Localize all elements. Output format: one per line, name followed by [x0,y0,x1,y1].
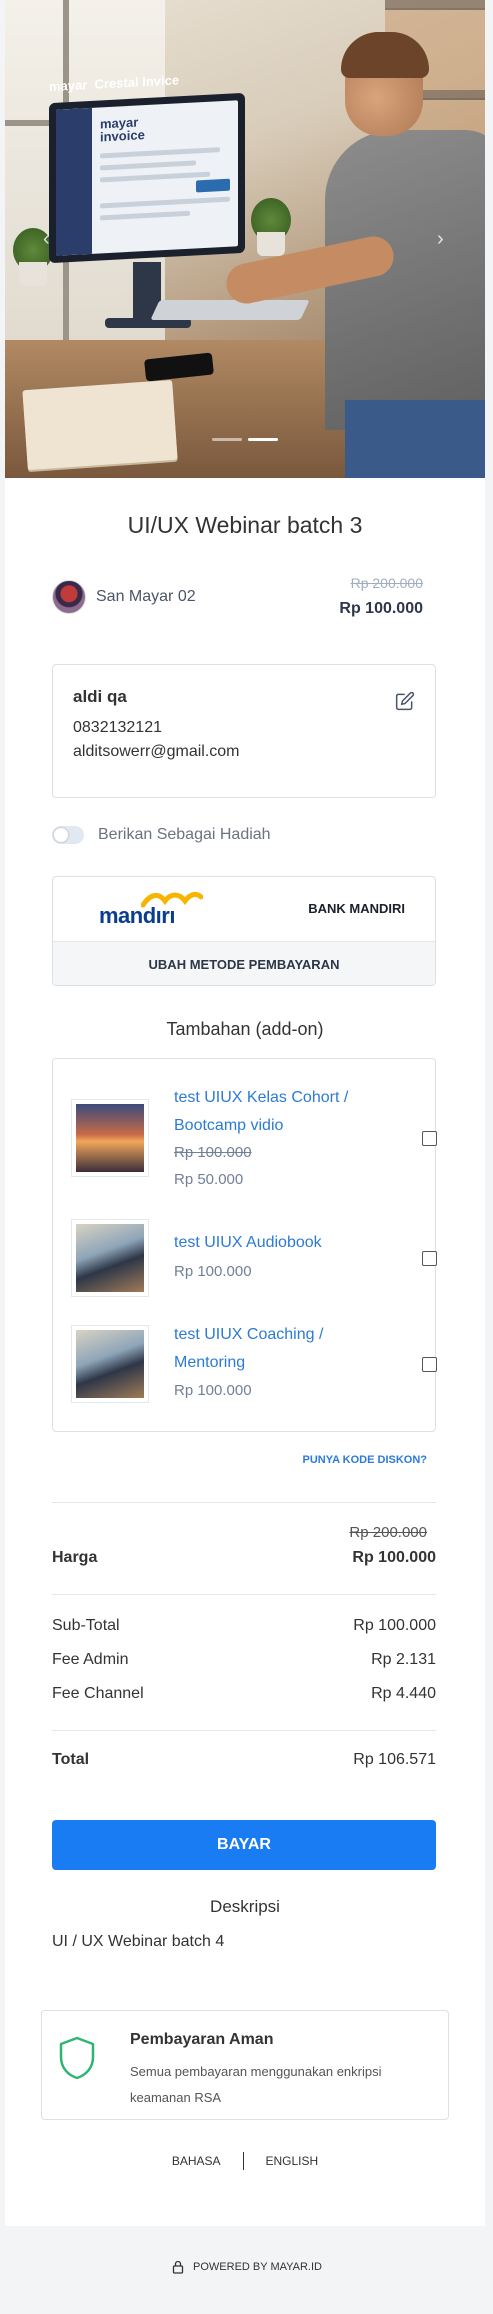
edit-icon[interactable] [395,691,415,711]
monitor-line [100,160,196,171]
divider [52,1730,436,1731]
addons-card: test UIUX Kelas Cohort / Bootcamp vidio … [52,1058,437,1432]
bank-name: BANK MANDIRI [308,901,405,916]
payment-method-selected: mandırı BANK MANDIRI [53,877,435,941]
gift-toggle-row[interactable]: Berikan Sebagai Hadiah [52,826,271,844]
harga-original: Rp 200.000 [349,1524,427,1541]
monitor-screen: mayar invoice [56,100,238,256]
seller-info: San Mayar 02 [52,580,196,614]
monitor-line [100,196,230,209]
keyboard-illustration [150,300,310,320]
carousel-dot-active[interactable] [248,438,278,441]
fee-channel-row: Fee Channel Rp 4.440 [52,1685,436,1703]
monitor-sidebar [56,107,92,256]
divider [52,1502,436,1503]
monitor-illustration: mayar Crestal Invice mayar invoice [49,72,245,264]
monitor-line [100,171,210,183]
pay-button[interactable]: BAYAR [52,1820,436,1870]
language-bahasa[interactable]: BAHASA [172,2154,221,2168]
language-english[interactable]: ENGLISH [266,2154,319,2168]
monitor-line [100,147,220,159]
harga-value: Rp 100.000 [352,1549,436,1566]
buyer-email: alditsowerr@gmail.com [73,743,240,760]
notebook-illustration [22,379,178,471]
monitor-logo: mayar invoice [100,114,145,145]
fee-admin-label: Fee Admin [52,1651,129,1668]
avatar [52,580,86,614]
addon-name[interactable]: test UIUX Coaching / Mentoring [174,1321,364,1377]
addon-thumbnail [71,1219,149,1297]
secure-payment-card: Pembayaran Aman Semua pembayaran menggun… [41,2010,449,2120]
fee-channel-label: Fee Channel [52,1685,144,1702]
seller-name: San Mayar 02 [96,588,196,605]
pot-right [257,232,285,256]
product-image-carousel[interactable]: mayar Crestal Invice mayar invoice ‹ › [5,0,485,478]
fee-channel-value: Rp 4.440 [371,1685,436,1702]
addon-thumbnail [71,1325,149,1403]
carousel-dot[interactable] [212,438,242,441]
discount-code-link[interactable]: PUNYA KODE DISKON? [303,1454,427,1466]
carousel-indicators [5,438,485,441]
subtotal-label: Sub-Total [52,1617,120,1634]
subtotal-value: Rp 100.000 [353,1617,436,1634]
addon-price: Rp 50.000 [174,1171,244,1188]
pot-left [19,262,47,286]
description-title: Deskripsi [210,1897,280,1916]
addon-price: Rp 100.000 [174,1382,252,1399]
chevron-left-icon[interactable]: ‹ [43,228,50,251]
change-payment-method-button[interactable]: UBAH METODE PEMBAYARAN [53,941,435,985]
addon-thumbnail [71,1099,149,1177]
buyer-name: aldi qa [73,687,127,706]
secure-payment-title: Pembayaran Aman [130,2031,274,2048]
addon-name[interactable]: test UIUX Audiobook [174,1229,364,1257]
addon-checkbox[interactable] [422,1357,437,1372]
buyer-phone: 0832132121 [73,719,162,736]
addon-checkbox[interactable] [422,1251,437,1266]
description-text: UI / UX Webinar batch 4 [52,1933,225,1950]
buyer-info-card: aldi qa 0832132121 alditsowerr@gmail.com [52,664,436,798]
addon-price-original: Rp 100.000 [174,1144,252,1161]
gift-toggle[interactable] [52,826,84,844]
footer: POWERED BY MAYAR.ID [0,2260,493,2274]
fee-admin-row: Fee Admin Rp 2.131 [52,1651,436,1669]
person-illustration [222,32,485,478]
addon-name[interactable]: test UIUX Kelas Cohort / Bootcamp vidio [174,1084,364,1140]
harga-label: Harga [52,1549,98,1566]
total-row: Total Rp 106.571 [52,1751,436,1769]
harga-row: Harga Rp 100.000 [52,1549,436,1567]
language-separator [242,2152,244,2170]
checkout-card: mayar Crestal Invice mayar invoice ‹ › U… [5,0,485,2226]
addon-checkbox[interactable] [422,1131,437,1146]
divider [52,1594,436,1595]
lock-icon [172,2260,184,2274]
language-switcher: BAHASA ENGLISH [5,2152,485,2170]
addon-price: Rp 100.000 [174,1263,252,1280]
addons-title: Tambahan (add-on) [166,1019,324,1039]
payment-method-card: mandırı BANK MANDIRI UBAH METODE PEMBAYA… [52,876,436,986]
subtotal-row: Sub-Total Rp 100.000 [52,1617,436,1635]
gift-label: Berikan Sebagai Hadiah [98,826,271,843]
price-original: Rp 200.000 [350,575,423,591]
total-label: Total [52,1751,90,1768]
shield-icon [59,2036,95,2080]
secure-payment-text: Semua pembayaran menggunakan enkripsi ke… [130,2064,382,2105]
fee-admin-value: Rp 2.131 [371,1651,436,1668]
chevron-right-icon[interactable]: › [437,228,444,251]
mandiri-logo: mandırı [99,903,175,928]
powered-by-link[interactable]: POWERED BY MAYAR.ID [193,2261,322,2273]
monitor-line [100,210,190,221]
monitor-button [196,178,230,193]
price-current: Rp 100.000 [339,600,423,617]
product-title: UI/UX Webinar batch 3 [127,512,363,538]
total-value: Rp 106.571 [353,1751,436,1768]
